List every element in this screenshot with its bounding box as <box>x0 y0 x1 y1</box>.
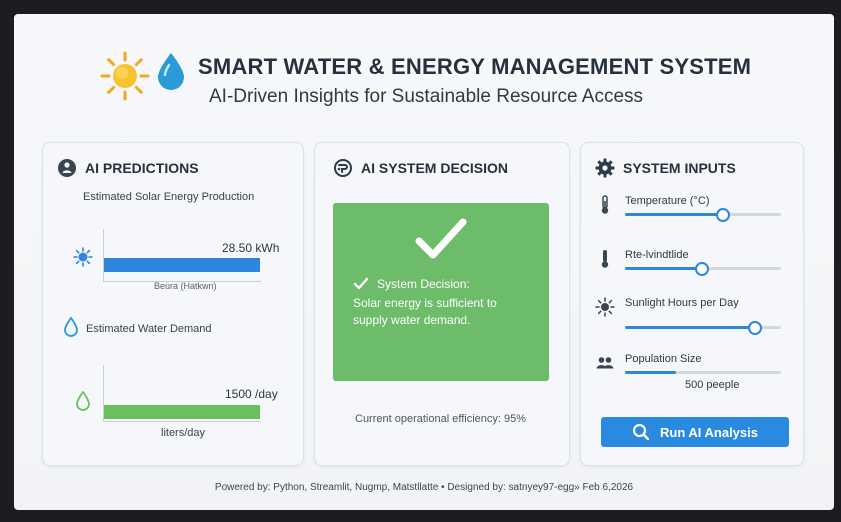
decision-title: AI SYSTEM DECISION <box>361 160 509 176</box>
check-small-icon <box>353 277 369 290</box>
input-population: Population Size 500 peeple <box>595 353 795 393</box>
decision-status-title: System Decision: <box>377 277 470 291</box>
input-temperature: Temperature (°C) <box>595 195 795 225</box>
temperature-slider-thumb[interactable] <box>716 208 730 222</box>
page-title: SMART WATER & ENERGY MANAGEMENT SYSTEM <box>198 54 752 79</box>
decision-heading: AI SYSTEM DECISION <box>333 157 508 179</box>
decision-message-line-2: supply water demand. <box>353 313 471 327</box>
decision-message-line-1: Solar energy is sufficient to <box>353 296 497 310</box>
population-slider-fill <box>625 371 676 374</box>
water-drop-small-icon <box>64 317 78 337</box>
predictions-title: AI PREDICTIONS <box>85 160 199 176</box>
population-label: Population Size <box>625 353 702 365</box>
thermometer-icon <box>601 195 609 214</box>
predictions-card: AI PREDICTIONS Estimated Solar Energy Pr… <box>42 142 304 466</box>
solar-bar <box>104 258 260 272</box>
search-icon <box>632 423 650 441</box>
solar-chart-axis <box>103 229 104 281</box>
solar-value: 28.50 kWh <box>222 241 280 255</box>
efficiency-text: Current operational efficiency: 95% <box>355 413 527 425</box>
gear-icon <box>595 158 615 178</box>
predictions-heading: AI PREDICTIONS <box>57 157 199 179</box>
decision-message: Solar energy is sufficient to supply wat… <box>353 295 497 329</box>
input-sunlight-hours: Sunlight Hours per Day <box>595 297 795 335</box>
input-relative-humidity: Rte-lvindtlide <box>595 249 795 279</box>
sun-small-icon <box>73 247 93 267</box>
humidity-slider-fill <box>625 267 701 270</box>
run-ai-analysis-label: Run AI Analysis <box>659 424 758 440</box>
water-drop-icon <box>158 53 184 90</box>
decision-panel: System Decision: Solar energy is suffici… <box>333 203 549 381</box>
thermometer-icon <box>601 250 609 268</box>
app-screen: SMART WATER & ENERGY MANAGEMENT SYSTEM A… <box>14 14 834 510</box>
population-value: 500 peeple <box>685 379 740 391</box>
water-drop-green-icon <box>76 391 90 411</box>
inputs-title: SYSTEM INPUTS <box>623 160 736 176</box>
sunlight-label: Sunlight Hours per Day <box>625 297 739 309</box>
water-axis-label: liters/day <box>161 427 206 439</box>
humidity-slider[interactable] <box>625 262 781 276</box>
run-ai-analysis-button[interactable]: Run AI Analysis <box>601 417 789 447</box>
decision-status: System Decision: <box>353 277 470 291</box>
header: SMART WATER & ENERGY MANAGEMENT SYSTEM A… <box>14 46 834 122</box>
brain-chip-icon <box>334 159 352 177</box>
solar-label: Estimated Solar Energy Production <box>83 191 255 203</box>
water-bar <box>104 405 260 419</box>
solar-axis-label: Beura (Hatkwn) <box>154 281 217 291</box>
water-label: Estimated Water Demand <box>86 323 212 335</box>
people-icon <box>596 357 614 369</box>
sun-icon <box>100 51 150 101</box>
sunlight-slider-thumb[interactable] <box>748 321 762 335</box>
temperature-slider-fill <box>625 213 722 216</box>
page-subtitle: AI-Driven Insights for Sustainable Resou… <box>209 86 644 107</box>
population-slider[interactable] <box>625 371 781 374</box>
checkmark-icon <box>415 218 467 259</box>
footer: Powered by: Python, Streamlit, Nugmp, Ma… <box>214 482 634 493</box>
sunlight-slider-fill <box>625 326 754 329</box>
inputs-heading: SYSTEM INPUTS <box>595 157 736 179</box>
inputs-card: SYSTEM INPUTS Temperature (°C) Rte-lvind… <box>580 142 804 466</box>
humidity-slider-thumb[interactable] <box>695 262 709 276</box>
humidity-label: Rte-lvindtlide <box>625 249 689 261</box>
user-info-icon <box>58 159 76 177</box>
sunlight-slider[interactable] <box>625 321 781 335</box>
temperature-label: Temperature (°C) <box>625 195 710 207</box>
decision-card: AI SYSTEM DECISION System Decision: Sola… <box>314 142 570 466</box>
sun-icon <box>595 297 615 317</box>
temperature-slider[interactable] <box>625 208 781 222</box>
water-chart-baseline <box>103 421 261 422</box>
water-value: 1500 /day <box>225 387 278 401</box>
